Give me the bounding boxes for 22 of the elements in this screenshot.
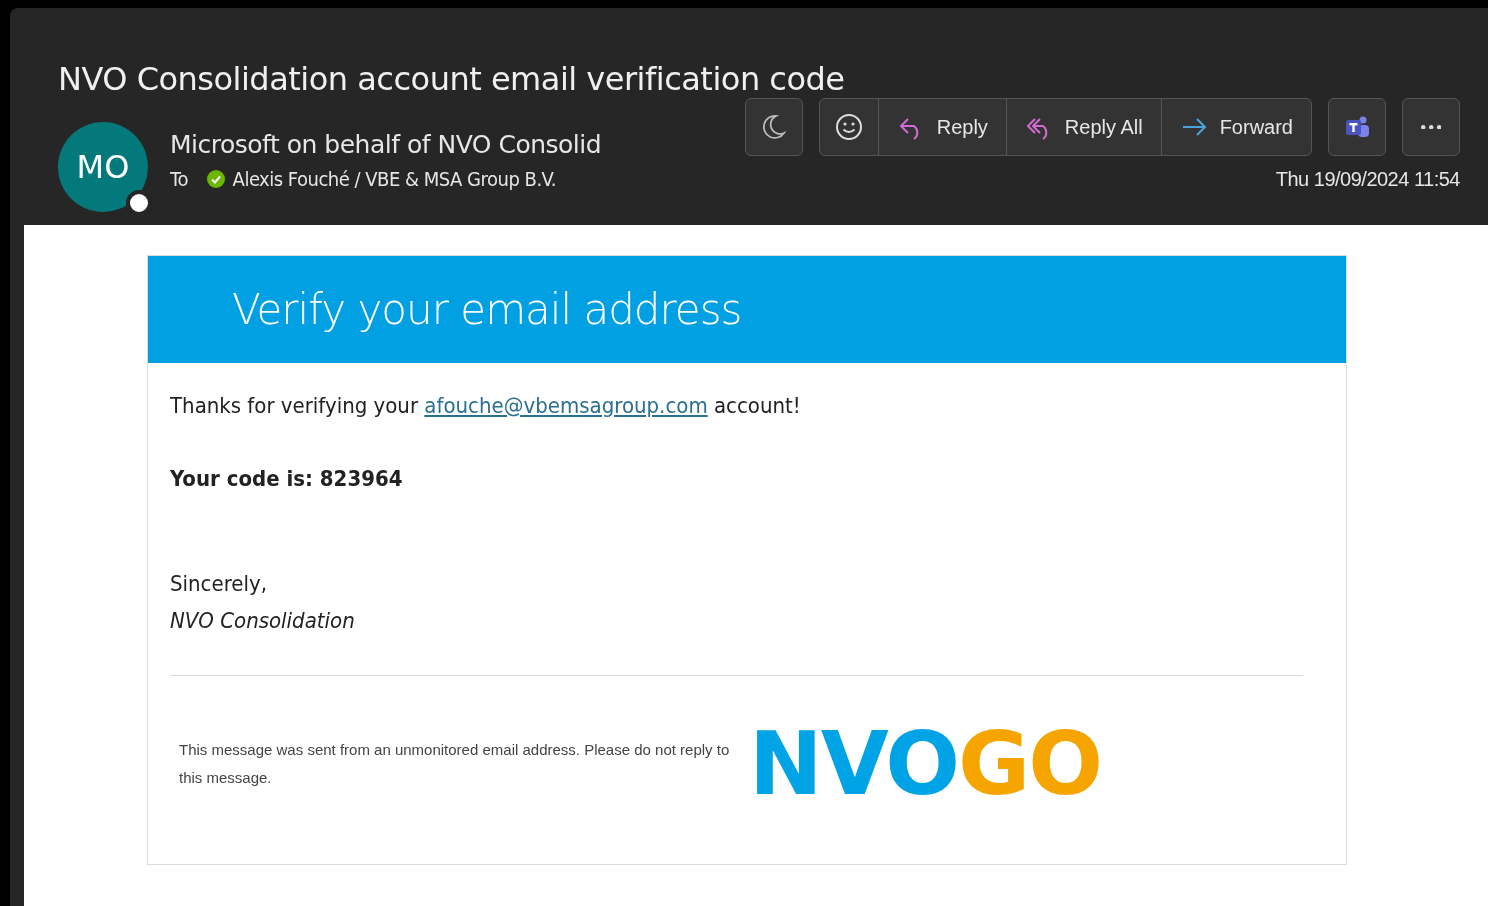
signature-text: NVO Consolidation (170, 607, 356, 635)
chat-app-button[interactable] (1328, 98, 1386, 156)
to-label: To (170, 166, 189, 193)
email-link[interactable]: afouche@vbemsagroup.com (424, 393, 708, 418)
verification-code: Your code is: 823964 (170, 465, 404, 493)
reply-button[interactable]: Reply (877, 99, 1006, 155)
email-subject: NVO Consolidation account email verification code (58, 59, 846, 100)
theme-button[interactable] (744, 98, 803, 156)
recipient-name[interactable]: Alexis Fouché / VBE & MSA Group B.V. (232, 164, 557, 194)
email-banner: Verify your email address (148, 256, 1346, 363)
thanks-text: Thanks for verifying your afouche@vbemsagroup.com account! (170, 392, 802, 420)
emoji-icon (834, 113, 863, 141)
footer-note: This message was sent from an unmonitored email address. Please do not reply to this message. (179, 740, 731, 788)
closing-text: Sincerely, (170, 570, 268, 598)
reply-all-button[interactable]: Reply All (1005, 99, 1161, 155)
company-logo: NVOGO (749, 722, 1102, 806)
check-icon (206, 170, 225, 188)
received-date: Thu 19/09/2024 11:54 (1275, 167, 1460, 192)
sender-name[interactable]: Microsoft on behalf of NVO Consolid (170, 128, 602, 162)
more-icon (1420, 124, 1442, 130)
forward-button[interactable]: Forward (1160, 99, 1311, 155)
sender-avatar: MO (58, 122, 148, 212)
